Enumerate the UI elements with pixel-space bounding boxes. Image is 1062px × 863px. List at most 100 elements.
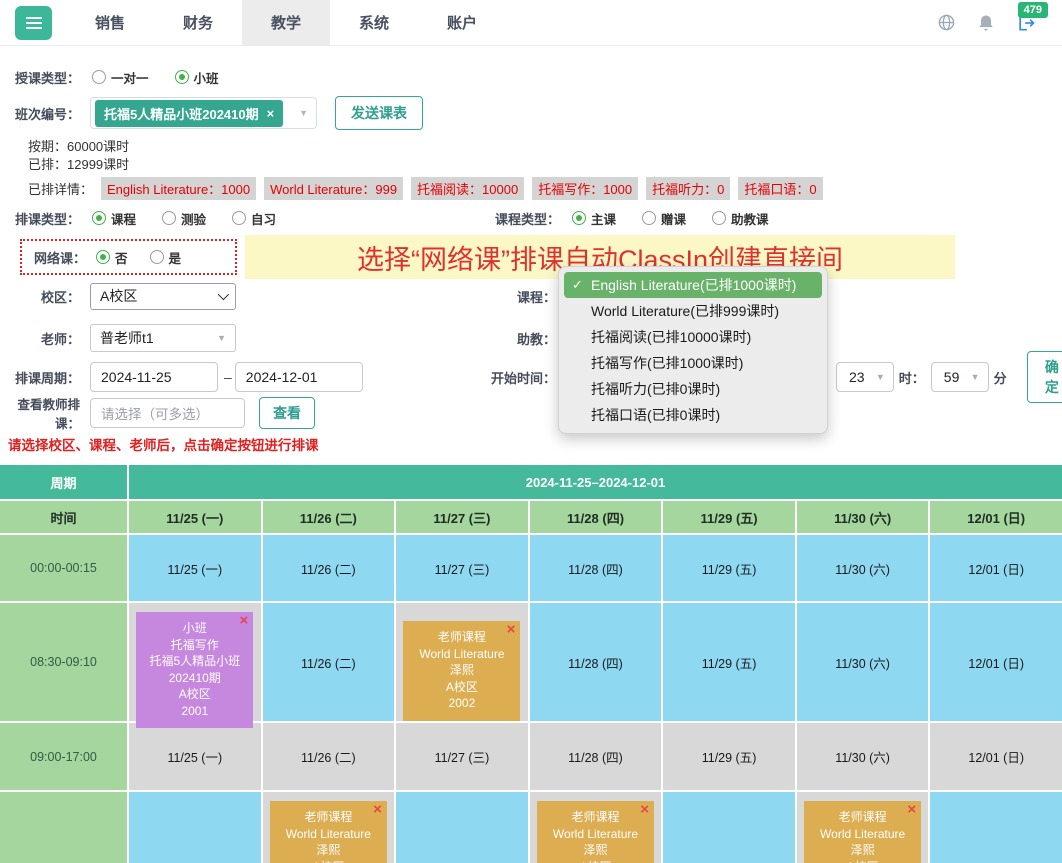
course-card-line: 小班 [139, 620, 250, 637]
radio-option[interactable]: 小班 [175, 68, 219, 87]
radio-option[interactable]: 自习 [232, 209, 276, 228]
bell-icon[interactable] [976, 13, 996, 33]
schedule-cell[interactable]: 11/30 (六) [797, 535, 929, 601]
card-close-icon[interactable]: × [240, 614, 249, 628]
minute-unit-label: 分 [994, 368, 1007, 387]
period-value-cell: 2024-11-25–2024-12-01 [129, 465, 1062, 499]
hamburger-icon[interactable] [15, 6, 52, 40]
radio-option[interactable]: 主课 [572, 209, 616, 228]
hour-select[interactable]: 23 ▼ [836, 362, 894, 392]
radio-option[interactable]: 助教课 [712, 209, 769, 228]
day-header-cell: 11/26 (二) [263, 501, 395, 533]
course-card[interactable]: ×小班托福写作托福5人精品小班202410期A校区2001 [136, 612, 253, 728]
schedule-cell[interactable]: ×老师课程World Literature泽熙A校区2教室 [797, 792, 929, 863]
course-card-line: 老师课程 [273, 809, 384, 826]
schedule-cell[interactable]: 11/27 (三) [396, 723, 528, 790]
card-close-icon[interactable]: × [373, 803, 382, 817]
radio-option[interactable]: 是 [150, 248, 182, 267]
schedule-cell[interactable]: ×老师课程World Literature泽熙A校区2教室 [530, 792, 662, 863]
schedule-cell[interactable]: 12/01 (日) [930, 535, 1062, 601]
period-end-input[interactable]: 2024-12-01 [235, 362, 363, 392]
course-card-line: 2002 [406, 695, 517, 712]
schedule-cell[interactable]: 11/25 (一) [129, 723, 261, 790]
course-dropdown-item[interactable]: ✓English Literature(已排1000课时) [564, 272, 822, 298]
schedule-cell[interactable]: ×老师课程World Literature泽熙A校区2教室 [263, 792, 395, 863]
radio-option[interactable]: 否 [96, 248, 128, 267]
period-header-cell: 周期 [0, 465, 127, 499]
assistant-label: 助教： [460, 329, 556, 348]
course-dropdown-item[interactable]: 托福听力(已排0课时) [564, 376, 822, 402]
period-start-input[interactable]: 2024-11-25 [90, 362, 218, 392]
schedule-cell[interactable]: 11/25 (一) [129, 535, 261, 601]
day-header-cell: 11/25 (一) [129, 501, 261, 533]
view-teacher-label: 查看教师排课： [0, 394, 80, 432]
schedule-cell[interactable]: 11/29 (五) [663, 792, 795, 863]
course-card[interactable]: ×老师课程World Literature泽熙A校区2教室 [537, 801, 654, 863]
radio-option[interactable]: 测验 [162, 209, 206, 228]
schedule-cell[interactable]: 12/01 (日) [930, 792, 1062, 863]
view-teacher-select[interactable]: 请选择（可多选） [90, 398, 245, 428]
time-header-cell: 时间 [0, 501, 127, 533]
course-card-line: A校区 [406, 679, 517, 696]
course-card-line: 泽熙 [540, 842, 651, 859]
nav-tab[interactable]: 系统 [330, 0, 418, 45]
radio-circle-icon [712, 211, 726, 225]
card-close-icon[interactable]: × [907, 803, 916, 817]
nav-tab[interactable]: 销售 [66, 0, 154, 45]
tag-close-icon[interactable]: × [267, 106, 275, 121]
schedule-cell[interactable]: 11/25 (一) [129, 792, 261, 863]
campus-select[interactable]: A校区 [90, 283, 236, 310]
view-button[interactable]: 查看 [259, 397, 315, 429]
campus-select-value: A校区 [100, 286, 137, 306]
schedule-cell[interactable]: 11/30 (六) [797, 603, 929, 721]
nav-tab[interactable]: 教学 [242, 0, 330, 45]
radio-label: 测验 [181, 209, 206, 228]
radio-option[interactable]: 课程 [92, 209, 136, 228]
course-card[interactable]: ×老师课程World Literature泽熙A校区2教室 [804, 801, 921, 863]
class-no-select[interactable]: 托福5人精品小班202410期 × ▼ [90, 97, 317, 129]
schedule-cell[interactable]: 11/29 (五) [663, 723, 795, 790]
course-card[interactable]: ×老师课程World Literature泽熙A校区2002 [403, 621, 520, 721]
confirm-button[interactable]: 确定 [1027, 351, 1062, 403]
schedule-cell[interactable]: 11/28 (四) [530, 603, 662, 721]
course-dropdown-item[interactable]: 托福阅读(已排10000课时) [564, 324, 822, 350]
schedule-cell[interactable]: 11/29 (五) [663, 603, 795, 721]
schedule-cell[interactable]: 12/01 (日) [930, 603, 1062, 721]
schedule-cell[interactable]: ×老师课程World Literature泽熙A校区2002 [396, 603, 528, 721]
schedule-cell[interactable]: 11/26 (二) [263, 535, 395, 601]
course-label: 课程： [460, 287, 556, 306]
radio-option[interactable]: 一对一 [92, 68, 149, 87]
schedule-cell[interactable]: 11/26 (二) [263, 603, 395, 721]
radio-circle-icon [92, 70, 106, 84]
time-cell: 09:20-10:00 [0, 792, 127, 863]
card-close-icon[interactable]: × [507, 623, 516, 637]
teacher-select[interactable]: 普老师t1 ▼ [90, 324, 236, 352]
schedule-cell[interactable]: 11/29 (五) [663, 535, 795, 601]
schedule-cell[interactable]: 11/27 (三) [396, 792, 528, 863]
schedule-cell[interactable]: 11/26 (二) [263, 723, 395, 790]
schedule-form: 授课类型： 一对一小班 班次编号： 托福5人精品小班202410期 × ▼ 发送… [0, 66, 1062, 454]
time-cell: 00:00-00:15 [0, 535, 127, 601]
radio-circle-icon [162, 211, 176, 225]
nav-tab[interactable]: 财务 [154, 0, 242, 45]
course-card[interactable]: ×老师课程World Literature泽熙A校区2教室 [270, 801, 387, 863]
card-close-icon[interactable]: × [640, 803, 649, 817]
schedule-cell[interactable]: 11/30 (六) [797, 723, 929, 790]
minute-value: 59 [944, 369, 960, 385]
send-schedule-button[interactable]: 发送课表 [335, 96, 423, 130]
campus-label: 校区： [0, 287, 80, 306]
schedule-cell[interactable]: 11/28 (四) [530, 723, 662, 790]
course-dropdown-item[interactable]: 托福口语(已排0课时) [564, 402, 822, 428]
minute-select[interactable]: 59 ▼ [931, 362, 989, 392]
schedule-cell[interactable]: 11/28 (四) [530, 535, 662, 601]
globe-icon[interactable] [937, 13, 956, 32]
schedule-cell[interactable]: ×小班托福写作托福5人精品小班202410期A校区2001 [129, 603, 261, 721]
schedule-cell[interactable]: 11/27 (三) [396, 535, 528, 601]
schedule-cell[interactable]: 12/01 (日) [930, 723, 1062, 790]
class-no-label: 班次编号： [0, 104, 80, 123]
radio-option[interactable]: 赠课 [642, 209, 686, 228]
course-dropdown-item[interactable]: 托福写作(已排1000课时) [564, 350, 822, 376]
course-card-line: 托福写作 [139, 637, 250, 654]
course-dropdown-item[interactable]: World Literature(已排999课时) [564, 298, 822, 324]
nav-tab[interactable]: 账户 [418, 0, 506, 45]
